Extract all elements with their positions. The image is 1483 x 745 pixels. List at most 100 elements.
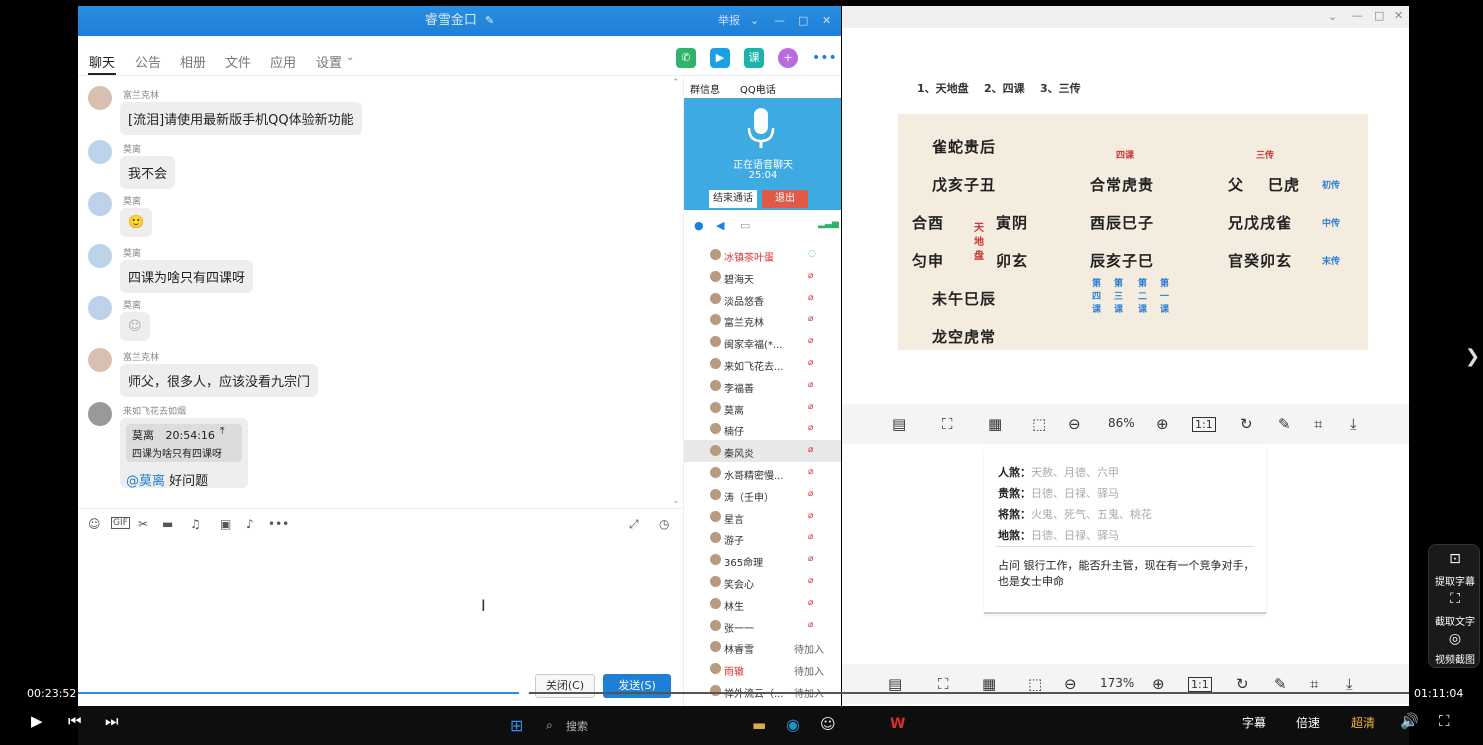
zoom-in-icon[interactable]: ⊕ bbox=[1152, 675, 1165, 693]
tab-album[interactable]: 相册 bbox=[180, 52, 206, 71]
camera-icon[interactable]: ▭ bbox=[740, 219, 750, 232]
member-item[interactable]: 莫离 ⌀ bbox=[684, 397, 841, 419]
folder-icon[interactable]: ▬ bbox=[162, 517, 173, 531]
expand-icon[interactable]: ⤢ bbox=[629, 517, 639, 532]
member-item[interactable]: 星言 ⌀ bbox=[684, 506, 841, 528]
chevron-right-icon[interactable]: ❯ bbox=[1465, 346, 1480, 367]
member-item[interactable]: 游子 ⌀ bbox=[684, 527, 841, 549]
avatar[interactable] bbox=[88, 296, 112, 320]
member-item[interactable]: 雨辙 待加入 bbox=[684, 658, 841, 680]
extract-subtitle-icon[interactable]: ⊡ bbox=[1429, 551, 1481, 567]
minimize-icon[interactable]: — bbox=[1352, 9, 1363, 22]
pin-icon[interactable]: ⤒ bbox=[220, 426, 224, 437]
scroll-up-icon[interactable]: ⌃ bbox=[672, 78, 680, 88]
progress-handle[interactable] bbox=[518, 688, 529, 698]
phone-icon[interactable]: ✆ bbox=[676, 48, 696, 68]
exit-button[interactable]: 退出 bbox=[762, 190, 808, 208]
actual-size-icon[interactable]: 1:1 bbox=[1188, 677, 1212, 692]
folder-icon[interactable]: ▬ bbox=[752, 716, 766, 734]
member-item[interactable]: 涛（壬申） ⌀ bbox=[684, 484, 841, 506]
chevron-down-icon[interactable]: ⌄ bbox=[346, 52, 354, 63]
tab-chat[interactable]: 聊天 bbox=[89, 52, 115, 71]
avatar[interactable] bbox=[88, 86, 112, 110]
member-item[interactable]: 林睿雪 待加入 bbox=[684, 636, 841, 658]
member-item[interactable]: 禅外流云（... 待加入 bbox=[684, 680, 841, 702]
member-item[interactable]: 淡品悠香 ⌀ bbox=[684, 288, 841, 310]
subtitle-button[interactable]: 字幕 bbox=[1242, 714, 1266, 731]
search-icon[interactable]: ⌕ bbox=[546, 718, 553, 733]
volume-icon[interactable]: 🔊 bbox=[1400, 712, 1419, 730]
zoom-out-icon[interactable]: ⊖ bbox=[1064, 675, 1077, 693]
speed-button[interactable]: 倍速 bbox=[1296, 714, 1320, 731]
member-item[interactable]: 李福善 ⌀ bbox=[684, 375, 841, 397]
scroll-down-icon[interactable]: ⌄ bbox=[672, 496, 680, 506]
fit-icon[interactable]: ⬚ bbox=[1032, 415, 1046, 433]
report-label[interactable]: 举报 bbox=[718, 6, 740, 36]
download-icon[interactable]: ⤓ bbox=[1346, 675, 1353, 693]
next-icon[interactable]: ⏭ bbox=[105, 712, 119, 730]
tab-qq-call[interactable]: QQ电话 bbox=[740, 81, 776, 96]
video-call-icon[interactable]: ▶ bbox=[710, 48, 730, 68]
maximize-icon[interactable]: □ bbox=[1374, 9, 1384, 22]
tab-notice[interactable]: 公告 bbox=[135, 52, 161, 71]
mic-icon[interactable]: ● bbox=[694, 219, 704, 232]
gif-icon[interactable]: GIF bbox=[111, 517, 130, 529]
screenshot-button[interactable]: 视频截图 bbox=[1429, 651, 1481, 666]
layout-icon[interactable]: ▤ bbox=[892, 415, 906, 433]
send-button[interactable]: 发送(S) bbox=[603, 674, 671, 698]
edit-icon[interactable]: ✎ bbox=[1274, 675, 1287, 693]
avatar[interactable] bbox=[88, 192, 112, 216]
message-input[interactable]: I bbox=[78, 534, 683, 669]
member-item[interactable]: 富兰克林 ⌀ bbox=[684, 309, 841, 331]
member-item[interactable]: 林生 ⌀ bbox=[684, 593, 841, 615]
minimize-icon[interactable]: — bbox=[774, 6, 785, 36]
more-icon[interactable]: ••• bbox=[268, 517, 289, 531]
lesson-icon[interactable]: 课 bbox=[744, 48, 764, 68]
avatar[interactable] bbox=[88, 140, 112, 164]
quality-button[interactable]: 超清 bbox=[1351, 714, 1375, 731]
zoom-out-icon[interactable]: ⊖ bbox=[1068, 415, 1081, 433]
layout-icon[interactable]: ▤ bbox=[888, 675, 902, 693]
member-item[interactable]: 冰镇茶叶蛋 ◌ bbox=[684, 244, 841, 266]
close-button[interactable]: 关闭(C) bbox=[535, 674, 595, 698]
member-item[interactable]: 闽家幸福(*... ⌀ bbox=[684, 331, 841, 353]
scissors-icon[interactable]: ✂ bbox=[138, 517, 148, 531]
close-icon[interactable]: ✕ bbox=[1394, 9, 1403, 22]
previous-icon[interactable]: ⏮ bbox=[68, 712, 82, 730]
avatar[interactable] bbox=[88, 348, 112, 372]
actual-size-icon[interactable]: 1:1 bbox=[1192, 417, 1216, 432]
bell-off-icon[interactable]: ♪ bbox=[246, 517, 254, 531]
quoted-message[interactable]: 莫离 20:54:16 ⤒ 四课为啥只有四课呀 bbox=[126, 424, 242, 462]
member-item[interactable]: 碧海天 ⌀ bbox=[684, 266, 841, 288]
member-item[interactable]: 水哥精密慢... ⌀ bbox=[684, 462, 841, 484]
more-icon[interactable]: ••• bbox=[812, 48, 837, 68]
chevron-down-icon[interactable]: ⌄ bbox=[750, 6, 759, 36]
fullscreen-icon[interactable]: ⛶ bbox=[1439, 712, 1450, 730]
speaker-icon[interactable]: ◀ bbox=[716, 219, 724, 232]
translate-icon[interactable]: ▦ bbox=[988, 415, 1002, 433]
zoom-in-icon[interactable]: ⊕ bbox=[1156, 415, 1169, 433]
crop-icon[interactable]: ⌗ bbox=[1314, 415, 1322, 433]
browser-icon[interactable]: ◉ bbox=[786, 715, 800, 734]
capture-text-button[interactable]: 截取文字 bbox=[1429, 613, 1481, 628]
translate-icon[interactable]: ▦ bbox=[982, 675, 996, 693]
wps-icon[interactable]: W bbox=[890, 716, 905, 732]
edit-icon[interactable]: ✎ bbox=[1278, 415, 1291, 433]
qq-icon[interactable]: ☺ bbox=[820, 715, 836, 733]
member-item[interactable]: 张一一 ⌀ bbox=[684, 615, 841, 637]
member-item[interactable]: 秦风炎 ⌀ bbox=[684, 440, 841, 463]
member-item[interactable]: 来如飞花去... ⌀ bbox=[684, 353, 841, 375]
close-icon[interactable]: ✕ bbox=[822, 6, 831, 36]
avatar[interactable] bbox=[88, 244, 112, 268]
play-icon[interactable]: ▶ bbox=[31, 712, 43, 730]
taskbar-search[interactable]: 搜索 bbox=[566, 718, 588, 734]
end-call-button[interactable]: 结束通话 bbox=[709, 190, 757, 208]
rotate-icon[interactable]: ↻ bbox=[1240, 415, 1253, 433]
tab-files[interactable]: 文件 bbox=[225, 52, 251, 71]
download-icon[interactable]: ⤓ bbox=[1350, 415, 1357, 433]
music-icon[interactable]: ♫ bbox=[190, 517, 201, 531]
crop-icon[interactable]: ⌗ bbox=[1310, 675, 1318, 693]
scan-text-icon[interactable]: ⛶ bbox=[938, 675, 949, 693]
scan-text-icon[interactable]: ⛶ bbox=[942, 415, 953, 433]
avatar[interactable] bbox=[88, 402, 112, 426]
